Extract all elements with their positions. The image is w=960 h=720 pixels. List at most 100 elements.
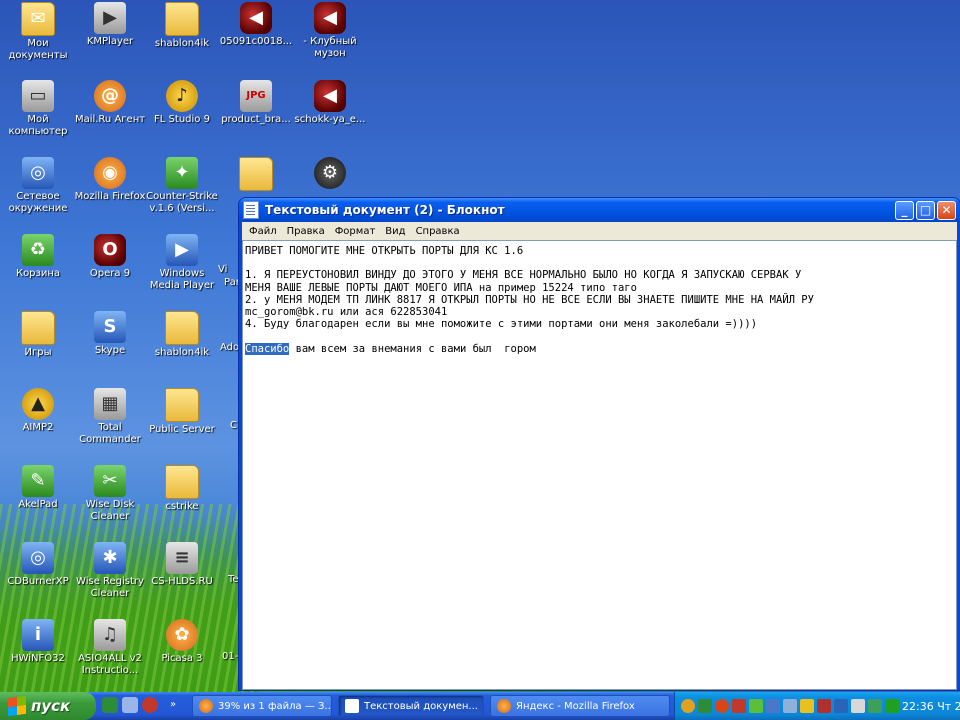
skype-icon: S [94,311,126,343]
taskbar-item-notepad[interactable]: Текстовый докумен... [338,695,484,717]
notepad-icon [345,699,359,713]
tray-icon[interactable] [749,699,763,713]
picasa-icon: ✿ [166,619,198,651]
desktop-icon-firefox[interactable]: ◉ Mozilla Firefox [72,157,148,203]
desktop-icon-cstrike[interactable]: cstrike [144,465,220,513]
total-commander-icon: ▦ [94,388,126,420]
firefox-icon [497,699,511,713]
tray-icon[interactable] [715,699,729,713]
desktop-icon-wise-disk[interactable]: ✂ Wise Disk Cleaner [72,465,148,523]
minimize-button[interactable]: _ [895,200,914,220]
windows-logo-icon [8,695,26,717]
fl-studio-icon: ♪ [166,80,198,112]
desktop-icon-fl-studio[interactable]: ♪ FL Studio 9 [144,80,220,126]
desktop-icon-my-computer[interactable]: ▭ Мой компьютер [0,80,76,138]
tray-icon[interactable] [783,699,797,713]
folder-icon [21,311,55,345]
firefox-icon [199,699,213,713]
hwinfo-icon: i [22,619,54,651]
taskbar-item-firefox[interactable]: Яндекс - Mozilla Firefox [490,695,670,717]
akelpad-icon: ✎ [22,465,54,497]
quicklaunch-icon[interactable] [122,697,138,713]
desktop-icon-my-documents[interactable]: ✉ Мои документы [0,2,76,62]
tray-icon[interactable] [681,699,695,713]
media-file-icon: ◀ [314,2,346,34]
desktop-icon-schokk[interactable]: ◀ schokk-ya_e... [292,80,368,126]
my-documents-icon: ✉ [21,2,55,36]
selected-text: Спасибо [245,342,290,355]
kmplayer-icon: ▶ [94,2,126,34]
folder-icon [165,2,199,36]
counter-strike-icon: ✦ [166,157,198,189]
desktop-icon-folder-hidden[interactable] [218,157,294,193]
text-line: Спасибо вам всем за внемания с вами был … [245,342,954,355]
desktop-icon-total-commander[interactable]: ▦ Total Commander [72,388,148,446]
tray-icon[interactable] [834,699,848,713]
notepad-titlebar[interactable]: Текстовый документ (2) - Блокнот _ □ ✕ [239,198,960,222]
desktop-icon-steelseries[interactable]: ⚙ [292,157,368,191]
desktop-icon-asio4all[interactable]: ♫ ASIO4ALL v2 Instructio... [72,619,148,677]
firefox-icon: ◉ [94,157,126,189]
notepad-client: Файл Правка Формат Вид Справка ПРИВЕТ ПО… [242,222,957,690]
text-line: 2. у МЕНЯ МОДЕМ ТП ЛИНК 8817 Я ОТКРЫЛ ПО… [245,293,814,306]
menu-bar: Файл Правка Формат Вид Справка [242,222,957,240]
folder-icon [165,388,199,422]
desktop-icon-akelpad[interactable]: ✎ AkelPad [0,465,76,511]
menu-file[interactable]: Файл [244,226,282,237]
steelseries-icon: ⚙ [314,157,346,189]
desktop-icon-media-05091[interactable]: ◀ 05091c0018... [218,2,294,48]
menu-view[interactable]: Вид [380,226,410,237]
tray-icon[interactable] [868,699,882,713]
desktop-icon-wmp[interactable]: ▶ Windows Media Player [144,234,220,292]
desktop-icon-klubny-muzon[interactable]: ◀ - Клубный музон [292,2,368,60]
text-line: 1. Я ПЕРЕУСТОНОВИЛ ВИНДУ ДО ЭТОГО У МЕНЯ… [245,269,802,282]
desktop-icon-kmplayer[interactable]: ▶ KMPlayer [72,2,148,48]
quicklaunch-icon[interactable] [142,697,158,713]
recycle-bin-icon: ♻ [22,234,54,266]
desktop-icon-recycle-bin[interactable]: ♻ Корзина [0,234,76,280]
taskbar: пуск » 39% из 1 файла — З... Текстовый д… [0,692,960,720]
desktop-icon-skype[interactable]: S Skype [72,311,148,357]
desktop-icon-counter-strike[interactable]: ✦ Counter-Strike v.1.6 (Versi... [144,157,220,215]
desktop-icon-opera[interactable]: O Opera 9 [72,234,148,280]
desktop-icon-mailru[interactable]: @ Mail.Ru Агент [72,80,148,126]
tray-icon[interactable] [698,699,712,713]
desktop-icon-picasa[interactable]: ✿ Picasa 3 [144,619,220,665]
tray-icon[interactable] [732,699,746,713]
media-file-icon: ◀ [314,80,346,112]
clock[interactable]: 22:36 Чт 23 [902,700,960,713]
cdburnerxp-icon: ◎ [22,542,54,574]
quicklaunch-icon[interactable] [102,697,118,713]
close-button[interactable]: ✕ [937,200,956,220]
tray-icon[interactable] [817,699,831,713]
windows-media-player-icon: ▶ [166,234,198,266]
desktop-icon-wise-registry[interactable]: ✱ Wise Registry Cleaner [72,542,148,600]
desktop-icon-aimp[interactable]: ▲ AIMP2 [0,388,76,434]
volume-icon[interactable] [851,699,865,713]
desktop-icon-games[interactable]: Игры [0,311,76,359]
tray-icon[interactable] [800,699,814,713]
desktop-icon-cs-hlds[interactable]: ≡ CS-HLDS.RU [144,542,220,588]
menu-help[interactable]: Справка [411,226,465,237]
desktop-icon-hwinfo[interactable]: i HWiNFO32 [0,619,76,665]
tray-icon[interactable] [885,699,899,713]
text-editor[interactable]: ПРИВЕТ ПОМОГИТЕ МНЕ ОТКРЫТЬ ПОРТЫ ДЛЯ КС… [242,240,957,690]
notepad-window[interactable]: Текстовый документ (2) - Блокнот _ □ ✕ Ф… [239,198,960,690]
desktop-icon-product-bra[interactable]: JPG product_bra... [218,80,294,126]
maximize-button[interactable]: □ [916,200,935,220]
desktop-icon-shablon4ik[interactable]: shablon4ik [144,2,220,50]
desktop-icon-network[interactable]: ◎ Сетевое окружение [0,157,76,215]
quicklaunch-expand-icon[interactable]: » [170,697,178,713]
tray-icon[interactable] [766,699,780,713]
text-line: ПРИВЕТ ПОМОГИТЕ МНЕ ОТКРЫТЬ ПОРТЫ ДЛЯ КС… [245,245,524,257]
text-line: МЕНЯ ВАШЕ ЛЕВЫЕ ПОРТЫ ДАЮТ МОЕГО ИПА на … [245,281,637,294]
menu-format[interactable]: Формат [330,226,381,237]
opera-icon: O [94,234,126,266]
desktop-icon-cdburnerxp[interactable]: ◎ CDBurnerXP [0,542,76,588]
desktop-icon-shablon4ik-2[interactable]: shablon4ik [144,311,220,359]
start-button[interactable]: пуск [0,692,96,720]
notepad-icon [243,201,259,219]
taskbar-item-download[interactable]: 39% из 1 файла — З... [192,695,332,717]
desktop-icon-public-server[interactable]: Public Server [144,388,220,436]
menu-edit[interactable]: Правка [282,226,330,237]
